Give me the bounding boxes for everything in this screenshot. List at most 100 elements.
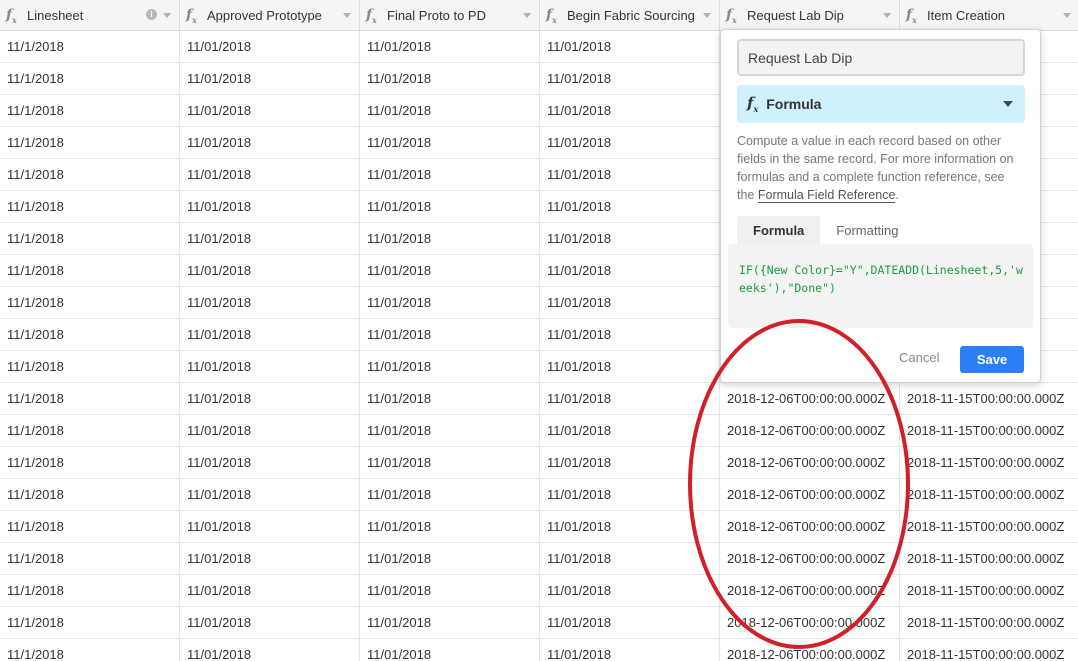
formula-editor[interactable]: IF({New Color}="Y",DATEADD(Linesheet,5,'… bbox=[728, 244, 1033, 328]
table-cell[interactable]: 2018-12-06T00:00:00.000Z bbox=[720, 447, 900, 479]
table-cell[interactable]: 11/01/2018 bbox=[540, 543, 720, 575]
table-cell[interactable]: 11/1/2018 bbox=[0, 479, 180, 511]
table-cell[interactable]: 11/1/2018 bbox=[0, 95, 180, 127]
table-cell[interactable]: 11/01/2018 bbox=[540, 575, 720, 607]
field-type-select[interactable]: fx Formula bbox=[737, 85, 1025, 123]
cancel-button[interactable]: Cancel bbox=[899, 350, 939, 365]
chevron-down-icon[interactable] bbox=[883, 13, 891, 18]
table-row[interactable]: 11/1/2018 11/01/2018 11/01/2018 11/01/2018 2… bbox=[0, 575, 1078, 607]
chevron-down-icon[interactable] bbox=[1063, 13, 1071, 18]
table-cell[interactable]: 11/01/2018 bbox=[180, 95, 360, 127]
table-row[interactable]: 11/1/2018 11/01/2018 11/01/2018 11/01/2018 2… bbox=[0, 447, 1078, 479]
table-cell[interactable]: 2018-12-06T00:00:00.000Z bbox=[720, 415, 900, 447]
table-cell[interactable]: 11/1/2018 bbox=[0, 223, 180, 255]
table-row[interactable]: 11/1/2018 11/01/2018 11/01/2018 11/01/2018 2… bbox=[0, 479, 1078, 511]
table-cell[interactable]: 11/1/2018 bbox=[0, 255, 180, 287]
table-cell[interactable]: 11/01/2018 bbox=[180, 447, 360, 479]
table-cell[interactable]: 11/01/2018 bbox=[180, 287, 360, 319]
table-cell[interactable]: 11/01/2018 bbox=[540, 351, 720, 383]
table-cell[interactable]: 11/1/2018 bbox=[0, 159, 180, 191]
table-cell[interactable]: 11/01/2018 bbox=[360, 159, 540, 191]
chevron-down-icon[interactable] bbox=[163, 13, 171, 18]
table-cell[interactable]: 11/01/2018 bbox=[360, 191, 540, 223]
table-cell[interactable]: 11/01/2018 bbox=[180, 575, 360, 607]
table-cell[interactable]: 11/01/2018 bbox=[540, 223, 720, 255]
table-cell[interactable]: 2018-11-15T00:00:00.000Z bbox=[900, 383, 1078, 415]
table-cell[interactable]: 11/01/2018 bbox=[360, 511, 540, 543]
table-cell[interactable]: 11/01/2018 bbox=[540, 511, 720, 543]
column-header-begin-fabric-sourcing[interactable]: fx Begin Fabric Sourcing bbox=[540, 0, 720, 31]
table-cell[interactable]: 2018-12-06T00:00:00.000Z bbox=[720, 607, 900, 639]
table-cell[interactable]: 11/01/2018 bbox=[360, 287, 540, 319]
table-cell[interactable]: 2018-12-06T00:00:00.000Z bbox=[720, 543, 900, 575]
table-cell[interactable]: 11/01/2018 bbox=[180, 159, 360, 191]
table-cell[interactable]: 11/01/2018 bbox=[360, 607, 540, 639]
table-cell[interactable]: 11/1/2018 bbox=[0, 575, 180, 607]
table-cell[interactable]: 11/01/2018 bbox=[360, 319, 540, 351]
table-cell[interactable]: 11/01/2018 bbox=[180, 127, 360, 159]
table-cell[interactable]: 2018-12-06T00:00:00.000Z bbox=[720, 479, 900, 511]
table-cell[interactable]: 11/01/2018 bbox=[180, 191, 360, 223]
column-header-approved-prototype[interactable]: fx Approved Prototype bbox=[180, 0, 360, 31]
table-cell[interactable]: 11/01/2018 bbox=[540, 319, 720, 351]
table-cell[interactable]: 11/01/2018 bbox=[360, 415, 540, 447]
column-header-final-proto-to-pd[interactable]: fx Final Proto to PD bbox=[360, 0, 540, 31]
table-cell[interactable]: 11/01/2018 bbox=[540, 639, 720, 661]
table-row[interactable]: 11/1/2018 11/01/2018 11/01/2018 11/01/2018 2… bbox=[0, 383, 1078, 415]
table-cell[interactable]: 2018-11-15T00:00:00.000Z bbox=[900, 447, 1078, 479]
table-cell[interactable]: 2018-12-06T00:00:00.000Z bbox=[720, 639, 900, 661]
table-cell[interactable]: 11/1/2018 bbox=[0, 319, 180, 351]
table-cell[interactable]: 11/1/2018 bbox=[0, 639, 180, 661]
table-cell[interactable]: 11/1/2018 bbox=[0, 351, 180, 383]
table-cell[interactable]: 11/1/2018 bbox=[0, 63, 180, 95]
table-cell[interactable]: 11/01/2018 bbox=[360, 447, 540, 479]
table-cell[interactable]: 11/01/2018 bbox=[540, 383, 720, 415]
table-cell[interactable]: 11/1/2018 bbox=[0, 511, 180, 543]
table-cell[interactable]: 11/01/2018 bbox=[180, 543, 360, 575]
table-cell[interactable]: 11/01/2018 bbox=[540, 447, 720, 479]
chevron-down-icon[interactable] bbox=[523, 13, 531, 18]
table-cell[interactable]: 11/1/2018 bbox=[0, 287, 180, 319]
table-row[interactable]: 11/1/2018 11/01/2018 11/01/2018 11/01/2018 2… bbox=[0, 415, 1078, 447]
table-cell[interactable]: 11/1/2018 bbox=[0, 31, 180, 63]
table-cell[interactable]: 11/01/2018 bbox=[360, 351, 540, 383]
table-cell[interactable]: 11/01/2018 bbox=[180, 223, 360, 255]
table-cell[interactable]: 11/01/2018 bbox=[360, 95, 540, 127]
table-cell[interactable]: 11/01/2018 bbox=[360, 575, 540, 607]
table-cell[interactable]: 11/01/2018 bbox=[180, 319, 360, 351]
table-cell[interactable]: 11/01/2018 bbox=[360, 479, 540, 511]
table-cell[interactable]: 11/1/2018 bbox=[0, 607, 180, 639]
table-cell[interactable]: 11/01/2018 bbox=[360, 223, 540, 255]
table-cell[interactable]: 11/1/2018 bbox=[0, 383, 180, 415]
table-cell[interactable]: 11/01/2018 bbox=[180, 63, 360, 95]
table-cell[interactable]: 11/01/2018 bbox=[540, 95, 720, 127]
table-row[interactable]: 11/1/2018 11/01/2018 11/01/2018 11/01/2018 2… bbox=[0, 607, 1078, 639]
table-cell[interactable]: 11/01/2018 bbox=[540, 607, 720, 639]
table-row[interactable]: 11/1/2018 11/01/2018 11/01/2018 11/01/2018 2… bbox=[0, 511, 1078, 543]
chevron-down-icon[interactable] bbox=[703, 13, 711, 18]
table-cell[interactable]: 11/01/2018 bbox=[360, 639, 540, 661]
table-cell[interactable]: 2018-11-15T00:00:00.000Z bbox=[900, 479, 1078, 511]
table-cell[interactable]: 11/01/2018 bbox=[360, 383, 540, 415]
table-cell[interactable]: 11/01/2018 bbox=[540, 479, 720, 511]
table-cell[interactable]: 11/01/2018 bbox=[360, 63, 540, 95]
table-cell[interactable]: 2018-11-15T00:00:00.000Z bbox=[900, 575, 1078, 607]
table-cell[interactable]: 11/01/2018 bbox=[540, 255, 720, 287]
table-cell[interactable]: 11/01/2018 bbox=[180, 415, 360, 447]
table-cell[interactable]: 11/01/2018 bbox=[540, 415, 720, 447]
column-header-item-creation[interactable]: fx Item Creation bbox=[900, 0, 1078, 31]
table-cell[interactable]: 11/1/2018 bbox=[0, 191, 180, 223]
table-cell[interactable]: 2018-11-15T00:00:00.000Z bbox=[900, 607, 1078, 639]
field-name-input[interactable] bbox=[737, 39, 1025, 76]
table-cell[interactable]: 11/01/2018 bbox=[180, 479, 360, 511]
table-cell[interactable]: 11/01/2018 bbox=[360, 255, 540, 287]
table-cell[interactable]: 11/01/2018 bbox=[180, 31, 360, 63]
save-button[interactable]: Save bbox=[960, 346, 1024, 373]
info-icon[interactable]: i bbox=[146, 9, 157, 20]
chevron-down-icon[interactable] bbox=[343, 13, 351, 18]
table-cell[interactable]: 11/01/2018 bbox=[360, 127, 540, 159]
table-cell[interactable]: 11/1/2018 bbox=[0, 127, 180, 159]
table-cell[interactable]: 2018-11-15T00:00:00.000Z bbox=[900, 511, 1078, 543]
table-cell[interactable]: 11/01/2018 bbox=[540, 159, 720, 191]
table-cell[interactable]: 11/1/2018 bbox=[0, 543, 180, 575]
